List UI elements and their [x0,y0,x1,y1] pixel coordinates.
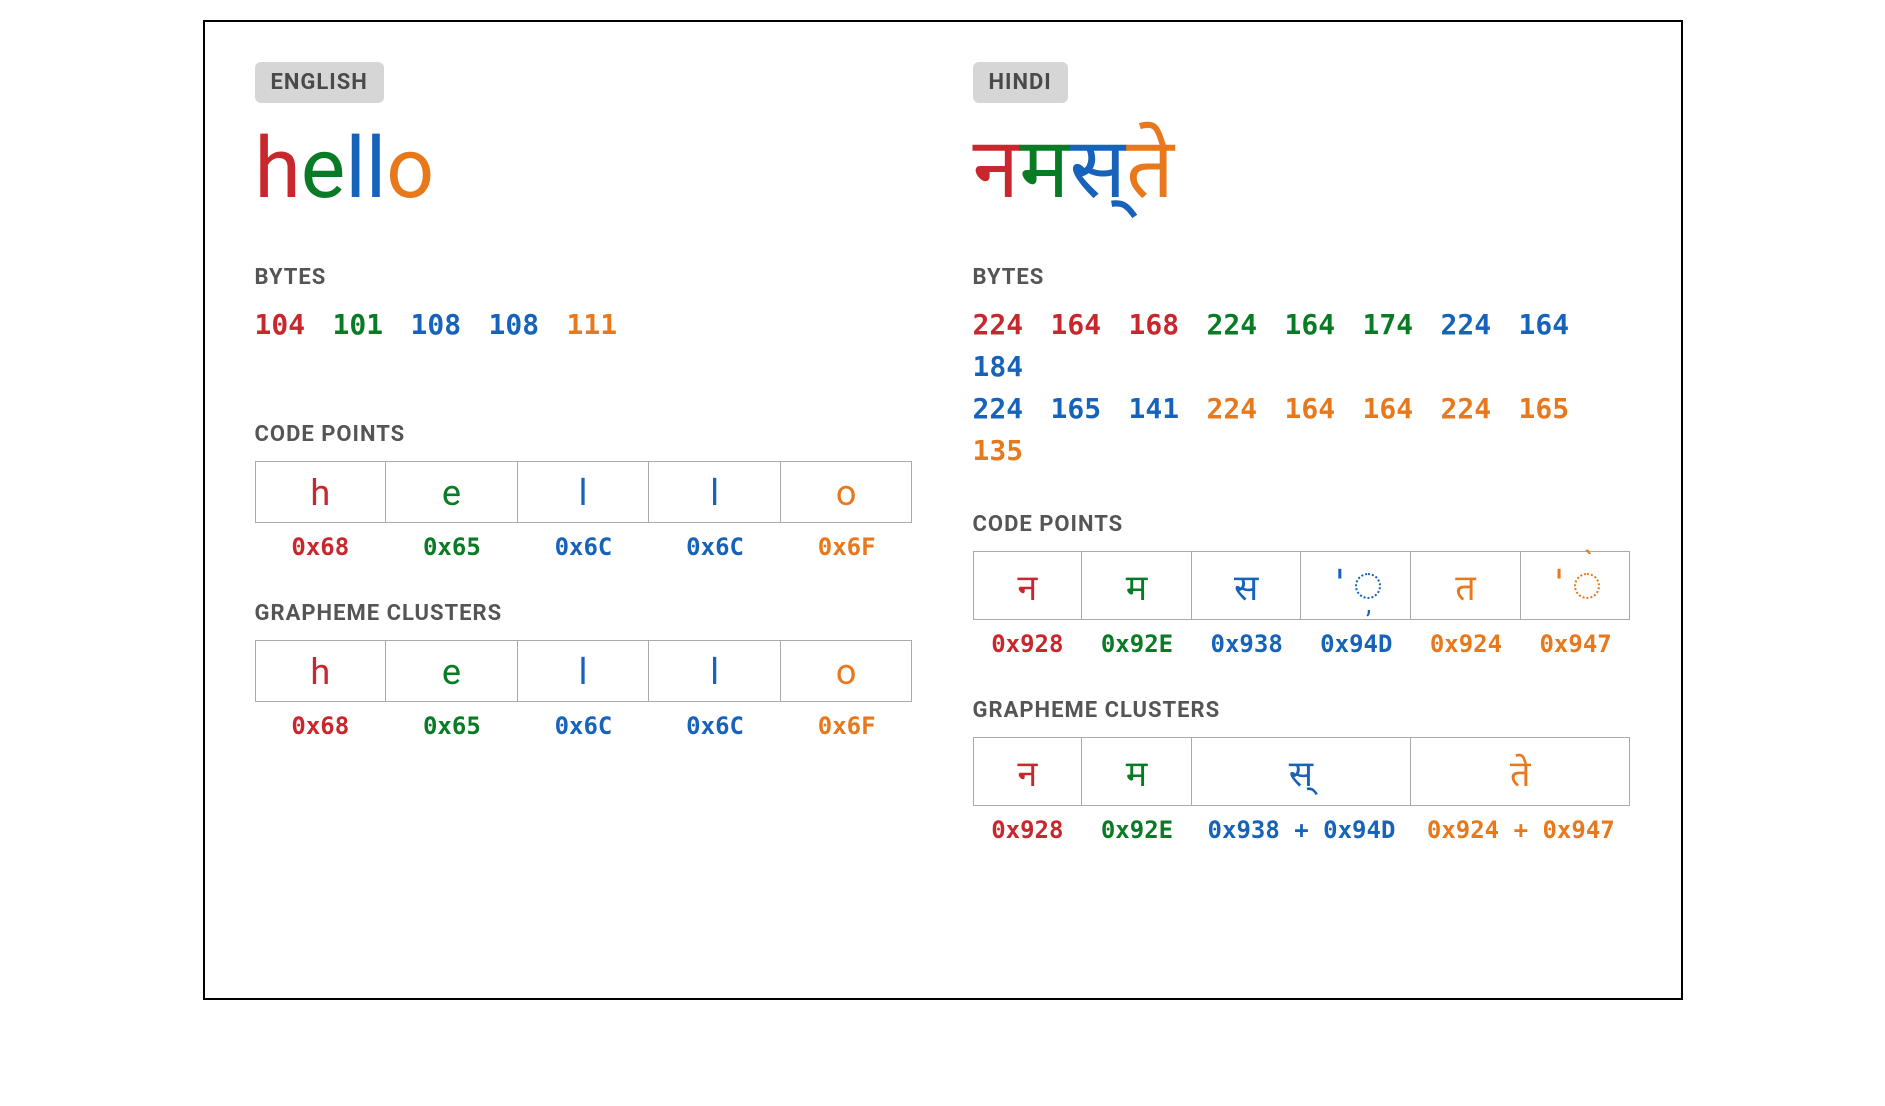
byte-value: 224 [1207,388,1285,430]
codepoint-hex: 0x947 [1521,630,1631,658]
grapheme-cell: o [781,640,913,702]
graphemes-label: GRAPHEME CLUSTERS [973,698,1631,723]
bytes-label: BYTES [973,265,1631,290]
word-char: l [366,123,386,215]
english-graphemes-hex: 0x680x650x6C0x6C0x6F [255,712,913,740]
codepoint-hex: 0x68 [255,533,387,561]
codepoint-cell: h [255,461,387,523]
byte-value: 165 [1051,388,1129,430]
hindi-codepoints-table: नमस',त'` [973,551,1631,620]
hindi-column: HINDI नमस्ते BYTES 224164168224164174224… [973,62,1631,844]
grapheme-hex: 0x6C [518,712,650,740]
english-graphemes-table: hello [255,640,913,702]
byte-value: 135 [973,430,1051,472]
grapheme-cell: स् [1192,737,1411,806]
codepoint-hex: 0x92E [1082,630,1192,658]
grapheme-cell: ते [1411,737,1630,806]
byte-value: 184 [973,346,1051,388]
english-column: ENGLISH hello BYTES 104101108108111 CODE… [255,62,913,844]
byte-value: 108 [411,304,489,346]
hindi-word: नमस्ते [973,123,1631,215]
english-word: hello [255,123,913,215]
codepoint-cell: न [973,551,1083,620]
grapheme-hex: 0x6F [781,712,913,740]
word-char: स् [1069,123,1126,215]
hindi-graphemes-hex: 0x9280x92E0x938 + 0x94D0x924 + 0x947 [973,816,1631,844]
diagram-frame: ENGLISH hello BYTES 104101108108111 CODE… [203,20,1683,1000]
codepoint-cell: l [649,461,781,523]
grapheme-cell: l [649,640,781,702]
grapheme-hex: 0x65 [386,712,518,740]
grapheme-hex: 0x92E [1082,816,1192,844]
codepoint-hex: 0x938 [1192,630,1302,658]
english-codepoints-hex: 0x680x650x6C0x6C0x6F [255,533,913,561]
codepoint-cell: त [1411,551,1521,620]
hindi-bytes-row: 2241641682241641742241641842241651412241… [973,304,1631,472]
byte-value: 224 [1207,304,1285,346]
byte-value: 224 [1441,304,1519,346]
byte-value: 164 [1519,304,1597,346]
codepoint-cell: ', [1301,551,1411,620]
byte-value: 168 [1129,304,1207,346]
byte-value: 108 [489,304,567,346]
byte-value: 165 [1519,388,1597,430]
grapheme-cell: म [1082,737,1192,806]
word-char: h [255,123,301,215]
codepoint-hex: 0x65 [386,533,518,561]
word-char: न [973,123,1020,215]
word-char: e [301,123,346,215]
byte-value: 164 [1285,388,1363,430]
english-lang-badge: ENGLISH [255,62,384,103]
codepoint-cell: o [781,461,913,523]
word-char: l [345,123,365,215]
codepoint-hex: 0x6C [518,533,650,561]
byte-value: 224 [973,304,1051,346]
byte-value: 101 [333,304,411,346]
grapheme-cell: l [518,640,650,702]
bytes-label: BYTES [255,265,913,290]
codepoint-hex: 0x928 [973,630,1083,658]
codepoint-hex: 0x6F [781,533,913,561]
codepoints-label: CODE POINTS [255,422,913,447]
hindi-graphemes-table: नमस्ते [973,737,1631,806]
byte-value: 104 [255,304,333,346]
codepoint-cell: स [1192,551,1302,620]
codepoint-cell: म [1082,551,1192,620]
byte-value: 111 [567,304,645,346]
codepoints-label: CODE POINTS [973,512,1631,537]
grapheme-hex: 0x68 [255,712,387,740]
byte-value: 224 [973,388,1051,430]
word-char: ते [1126,123,1174,215]
english-codepoints-table: hello [255,461,913,523]
hindi-lang-badge: HINDI [973,62,1068,103]
grapheme-cell: न [973,737,1083,806]
grapheme-hex: 0x6C [649,712,781,740]
byte-value: 164 [1051,304,1129,346]
grapheme-cell: e [386,640,518,702]
byte-value: 164 [1285,304,1363,346]
word-char: म [1019,123,1069,215]
grapheme-hex: 0x938 + 0x94D [1192,816,1411,844]
english-bytes-row: 104101108108111 [255,304,913,346]
codepoint-cell: l [518,461,650,523]
codepoint-hex: 0x94D [1301,630,1411,658]
grapheme-hex: 0x924 + 0x947 [1411,816,1630,844]
byte-value: 174 [1363,304,1441,346]
byte-value: 224 [1441,388,1519,430]
word-char: o [386,123,434,215]
codepoint-hex: 0x924 [1411,630,1521,658]
byte-value: 141 [1129,388,1207,430]
byte-value: 164 [1363,388,1441,430]
grapheme-hex: 0x928 [973,816,1083,844]
codepoint-cell: e [386,461,518,523]
codepoint-hex: 0x6C [649,533,781,561]
codepoint-cell: '` [1521,551,1631,620]
hindi-codepoints-hex: 0x9280x92E0x9380x94D0x9240x947 [973,630,1631,658]
graphemes-label: GRAPHEME CLUSTERS [255,601,913,626]
grapheme-cell: h [255,640,387,702]
